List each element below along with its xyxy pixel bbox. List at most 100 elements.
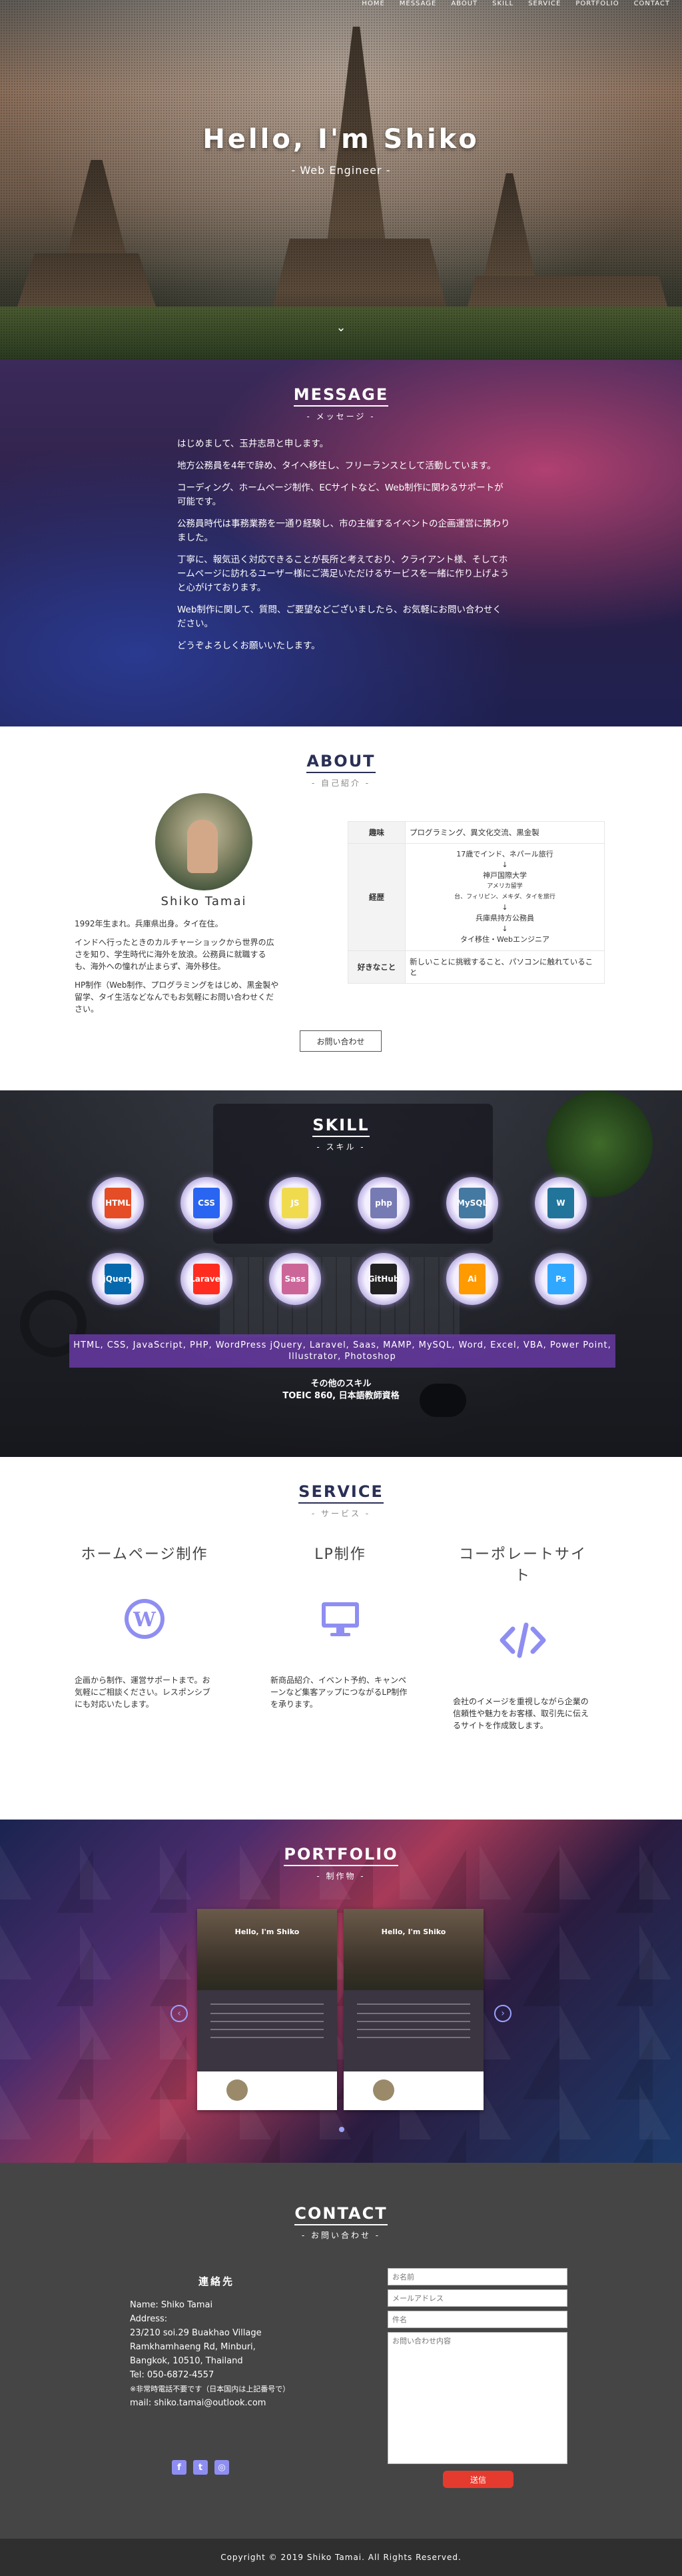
hero-subtitle: - Web Engineer -: [291, 164, 391, 177]
chevron-left-icon[interactable]: ‹: [170, 2005, 188, 2022]
table-key: 好きなこと: [348, 950, 406, 984]
nav-about[interactable]: ABOUT: [451, 0, 478, 7]
other-skills-text: TOEIC 860, 日本語教師資格: [282, 1391, 400, 1401]
service-section: SERVICE - サービス - ホームページ制作 W 企画から制作、運営サポー…: [0, 1457, 682, 1820]
monitor-icon: [317, 1596, 364, 1642]
about-title: ABOUT: [306, 752, 376, 773]
contact-address-label: Address:: [130, 2314, 168, 2324]
profile-name: Shiko Tamai: [161, 894, 247, 908]
contact-info: 連絡先 Name: Shiko Tamai Address: 23/210 so…: [130, 2275, 303, 2410]
avatar: [155, 793, 252, 890]
message-field[interactable]: [388, 2332, 567, 2464]
nav-message[interactable]: MESSAGE: [400, 0, 437, 7]
career-item: 兵庫県持方公務員: [476, 914, 534, 922]
carousel-dot[interactable]: [339, 2127, 344, 2132]
skill-icon: HTML: [92, 1177, 144, 1229]
skill-icon: CSS: [180, 1177, 232, 1229]
service-item-lp: LP制作 新商品紹介、イベント予約、キャンペーンなど集客アップにつながるLP制作…: [270, 1542, 410, 1710]
skill-title-block: SKILL - スキル -: [0, 1090, 682, 1152]
portfolio-title: PORTFOLIO: [284, 1845, 398, 1866]
skill-subtitle: - スキル -: [316, 1142, 366, 1152]
card-body: [197, 1990, 337, 2071]
skill-icon-label: jQuery: [103, 1264, 133, 1294]
top-nav: HOME MESSAGE ABOUT SKILL SERVICE PORTFOL…: [362, 0, 670, 7]
service-item-homepage: ホームページ制作 W 企画から制作、運営サポートまで。お気軽にご相談ください。レ…: [75, 1542, 214, 1710]
about-section: ABOUT - 自己紹介 - Shiko Tamai 1992年生まれ。兵庫県出…: [0, 726, 682, 1090]
message-section: MESSAGE - メッセージ - はじめまして、玉井志昂と申します。 地方公務…: [0, 360, 682, 726]
skill-icon: W: [535, 1177, 587, 1229]
skill-icon-label: GitHub: [368, 1264, 399, 1294]
subject-field[interactable]: [388, 2311, 567, 2328]
career-item: アメリカ留学: [487, 883, 523, 890]
skill-icon-label: Laravel: [190, 1264, 223, 1294]
service-item-title: コーポレートサイト: [458, 1546, 587, 1584]
card-body: [344, 1990, 484, 2071]
code-icon: [500, 1617, 546, 1664]
contact-address-line: Ramkhamhaeng Rd, Minburi,: [130, 2342, 256, 2352]
portfolio-subtitle: - 制作物 -: [316, 1872, 366, 1881]
profile-bio: 1992年生まれ。兵庫県出身。タイ在住。 インドへ行ったときのカルチャーショック…: [75, 918, 281, 1022]
message-paragraph: コーディング、ホームページ制作、ECサイトなど、Web制作に関わるサポートが可能…: [177, 483, 504, 507]
message-paragraph: はじめまして、玉井志昂と申します。: [177, 439, 329, 449]
service-item-corporate: コーポレートサイト 会社のイメージを重視しながら企業の信頼性や魅力をお客様、取引…: [453, 1542, 593, 1732]
service-item-text: 企画から制作、運営サポートまで。お気軽にご相談ください。レスポンシブにも対応いた…: [75, 1676, 210, 1709]
message-subtitle: - メッセージ -: [306, 412, 376, 421]
contact-section: CONTACT - お問い合わせ - 連絡先 Name: Shiko Tamai…: [0, 2163, 682, 2539]
hero-dot-overlay: [0, 0, 682, 360]
instagram-icon[interactable]: ◎: [214, 2460, 229, 2475]
email-field[interactable]: [388, 2289, 567, 2307]
card-hero: Hello, I'm Shiko: [344, 1909, 484, 1990]
contact-subtitle: - お問い合わせ -: [301, 2231, 381, 2240]
table-row: 趣味 プログラミング、異文化交流、黒金製: [348, 821, 605, 844]
nav-skill[interactable]: SKILL: [492, 0, 513, 7]
nav-service[interactable]: SERVICE: [528, 0, 561, 7]
career-item: ↓: [502, 924, 508, 933]
message-paragraph: どうぞよろしくお願いいたします。: [177, 641, 320, 651]
chevron-down-icon[interactable]: ⌄: [336, 321, 346, 335]
career-item: タイ移住・Webエンジニア: [460, 935, 549, 944]
card-hero: Hello, I'm Shiko: [197, 1909, 337, 1990]
career-item: 神戸国際大学: [483, 871, 527, 880]
submit-button[interactable]: 送信: [443, 2471, 513, 2488]
message-title: MESSAGE: [293, 385, 389, 407]
message-title-block: MESSAGE - メッセージ -: [0, 360, 682, 422]
service-subtitle: - サービス -: [311, 1509, 371, 1518]
skill-section: SKILL - スキル - HTML CSS JS php MySQL WjQuery La…: [0, 1090, 682, 1457]
message-paragraph: Web制作に関して、質問、ご要望などございましたら、お気軽にお問い合わせください…: [177, 605, 502, 629]
other-skills: その他のスキル TOEIC 860, 日本語教師資格: [0, 1378, 682, 1402]
hero-title: Hello, I'm Shiko: [202, 124, 480, 155]
nav-contact[interactable]: CONTACT: [634, 0, 670, 7]
twitter-icon[interactable]: t: [193, 2460, 208, 2475]
skill-icon-label: HTML: [105, 1188, 131, 1218]
skill-icon-label: JS: [282, 1188, 308, 1218]
portfolio-card[interactable]: Hello, I'm Shiko: [344, 1909, 484, 2110]
skill-icon-grid: HTML CSS JS php MySQL WjQuery Laravel Sass GitHu…: [92, 1177, 591, 1305]
portfolio-card[interactable]: Hello, I'm Shiko: [197, 1909, 337, 2110]
table-row: 好きなこと 新しいことに挑戦すること、パソコンに触れていること: [348, 950, 605, 984]
skill-icon: JS: [269, 1177, 321, 1229]
profile-table: 趣味 プログラミング、異文化交流、黒金製 経歴 17歳でインド、ネパール旅行 ↓…: [348, 821, 605, 984]
skill-icon-label: Sass: [282, 1264, 308, 1294]
card-avatar: [373, 2079, 394, 2101]
card-footer: [197, 2071, 337, 2110]
skill-icon: MySQL: [446, 1177, 498, 1229]
service-item-text: 会社のイメージを重視しながら企業の信頼性や魅力をお客様、取引先に伝えるサイトを作…: [453, 1697, 589, 1730]
hero-section: HOME MESSAGE ABOUT SKILL SERVICE PORTFOL…: [0, 0, 682, 360]
message-paragraph: 公務員時代は事務業務を一通り経験し、市の主催するイベントの企画運営に携わりました…: [177, 519, 510, 543]
message-paragraph: 地方公務員を4年で辞め、タイへ移住し、フリーランスとして活動しています。: [177, 461, 496, 471]
chevron-right-icon[interactable]: ›: [494, 2005, 512, 2022]
contact-address-line: Bangkok, 10510, Thailand: [130, 2356, 243, 2366]
contact-button[interactable]: お問い合わせ: [300, 1030, 382, 1052]
facebook-icon[interactable]: f: [172, 2460, 186, 2475]
contact-form: 送信: [388, 2268, 569, 2488]
social-links: f t ◎: [172, 2460, 229, 2475]
skill-icon: Laravel: [180, 1253, 232, 1305]
other-skills-title: その他のスキル: [310, 1379, 372, 1389]
name-field[interactable]: [388, 2268, 567, 2285]
nav-home[interactable]: HOME: [362, 0, 384, 7]
skill-icon-label: Ps: [547, 1264, 574, 1294]
contact-info-heading: 連絡先: [198, 2275, 234, 2287]
nav-portfolio[interactable]: PORTFOLIO: [575, 0, 619, 7]
contact-mail[interactable]: mail: shiko.tamai@outlook.com: [130, 2396, 303, 2410]
card-footer: [344, 2071, 484, 2110]
